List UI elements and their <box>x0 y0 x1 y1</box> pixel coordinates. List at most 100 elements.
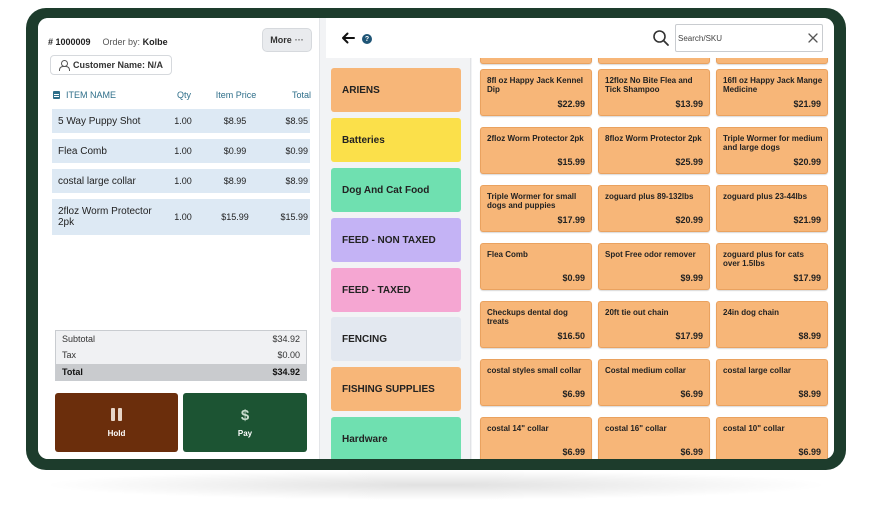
product-tile[interactable]: 16fl oz Happy Jack Mange Medicine $21.99 <box>716 69 828 116</box>
header-total: Total <box>291 90 311 100</box>
customer-label: Customer Name: N/A <box>73 60 164 70</box>
help-icon[interactable]: ? <box>362 34 372 44</box>
product-name: zoguard plus for cats over 1.5lbs <box>723 250 804 268</box>
order-by-label: Order by: <box>102 37 141 47</box>
header-qty: Qty <box>176 90 191 100</box>
row-qty: 1.00 <box>174 176 192 186</box>
device-shadow <box>40 470 832 500</box>
product-name: 12floz No Bite Flea and Tick Shampoo <box>605 76 693 94</box>
product-tile[interactable]: 2floz Worm Protector 2pk $15.99 <box>480 127 592 174</box>
product-price: $21.99 <box>793 99 821 109</box>
document-icon <box>53 91 60 99</box>
product-name: Costal medium collar <box>605 366 686 375</box>
product-price: $15.99 <box>557 157 585 167</box>
order-panel: # 1000009 Order by: Kolbe More ··· Custo… <box>38 18 320 459</box>
category-button[interactable]: ARIENS <box>331 68 461 112</box>
table-row[interactable]: 5 Way Puppy Shot 1.00 $8.95 $8.95 <box>52 109 310 133</box>
table-row[interactable]: costal large collar 1.00 $8.99 $8.99 <box>52 169 310 193</box>
product-tile[interactable]: costal 14" collar $6.99 <box>480 417 592 459</box>
product-tile[interactable]: 20ft tie out chain $17.99 <box>598 301 710 348</box>
product-tile[interactable]: zoguard plus 23-44lbs $21.99 <box>716 185 828 232</box>
product-name: zoguard plus 89-132lbs <box>605 192 694 201</box>
product-tile[interactable]: costal 10" collar $6.99 <box>716 417 828 459</box>
product-grid: 8fl oz Happy Jack Kennel Dip $22.99 12floz… <box>472 58 834 459</box>
header-item-name: ITEM NAME <box>53 90 165 100</box>
subtotal-row: Subtotal $34.92 <box>56 331 306 348</box>
product-price: $17.99 <box>675 331 703 341</box>
product-name: Triple Wormer for medium and large dogs <box>723 134 823 152</box>
search-input[interactable] <box>678 32 798 45</box>
product-price: $20.99 <box>675 215 703 225</box>
pause-icon <box>111 407 122 421</box>
category-button[interactable]: Batteries <box>331 118 461 162</box>
row-item-name: costal large collar <box>58 175 136 187</box>
back-arrow-icon[interactable] <box>340 30 356 46</box>
product-price: $6.99 <box>798 447 821 457</box>
row-item-name: Flea Comb <box>58 145 107 157</box>
category-button[interactable]: Dog And Cat Food <box>331 168 461 212</box>
row-price: $8.95 <box>223 116 247 126</box>
product-tile-partial[interactable] <box>480 58 592 64</box>
subtotal-label: Subtotal <box>62 334 96 345</box>
total-label: Total <box>62 366 83 377</box>
items-table-header: ITEM NAME Qty Item Price Total <box>53 88 311 102</box>
row-total: $8.95 <box>285 116 308 126</box>
product-name: 8fl oz Happy Jack Kennel Dip <box>487 76 584 94</box>
pay-label: Pay <box>237 428 253 438</box>
row-item-name: 5 Way Puppy Shot <box>58 115 141 127</box>
category-button[interactable]: Hardware <box>331 417 461 459</box>
product-tile[interactable]: Triple Wormer for small dogs and puppies… <box>480 185 592 232</box>
total-value: $34.92 <box>272 366 300 377</box>
product-price: $6.99 <box>562 389 585 399</box>
product-tile[interactable]: 8floz Worm Protector 2pk $25.99 <box>598 127 710 174</box>
product-tile[interactable]: 8fl oz Happy Jack Kennel Dip $22.99 <box>480 69 592 116</box>
category-button[interactable]: FEED - TAXED <box>331 268 461 312</box>
search-box[interactable] <box>675 24 823 52</box>
product-name: Triple Wormer for small dogs and puppies <box>487 192 577 210</box>
product-tile[interactable]: zoguard plus for cats over 1.5lbs $17.99 <box>716 243 828 290</box>
search-icon[interactable] <box>652 29 670 47</box>
tax-label: Tax <box>62 350 77 361</box>
product-tile[interactable]: Triple Wormer for medium and large dogs $… <box>716 127 828 174</box>
product-name: costal styles small collar <box>487 366 582 375</box>
product-price: $22.99 <box>557 99 585 109</box>
row-price: $0.99 <box>223 146 247 156</box>
table-row[interactable]: 2floz Worm Protector 2pk 1.00 $15.99 $15… <box>52 199 310 235</box>
totals-box: Subtotal $34.92 Tax $0.00 Total $34.92 <box>55 330 307 381</box>
product-price: $8.99 <box>798 389 821 399</box>
product-tile[interactable]: Spot Free odor remover $9.99 <box>598 243 710 290</box>
product-tile[interactable]: 12floz No Bite Flea and Tick Shampoo $13.… <box>598 69 710 116</box>
row-item-name: 2floz Worm Protector 2pk <box>58 206 152 228</box>
close-icon[interactable] <box>808 33 818 43</box>
product-name: costal 16" collar <box>605 424 667 433</box>
product-tile[interactable]: zoguard plus 89-132lbs $20.99 <box>598 185 710 232</box>
subtotal-value: $34.92 <box>272 334 300 345</box>
top-bar: ? <box>326 18 834 58</box>
more-label: More <box>270 35 292 45</box>
product-tile[interactable]: 24in dog chain $8.99 <box>716 301 828 348</box>
dollar-icon: $ <box>240 406 250 424</box>
product-tile-partial[interactable] <box>716 58 828 64</box>
pay-button[interactable]: $ Pay <box>183 393 307 452</box>
category-list: ARIENS Batteries Dog And Cat Food FEED - NO… <box>326 58 471 459</box>
product-tile[interactable]: costal 16" collar $6.99 <box>598 417 710 459</box>
product-tile[interactable]: Checkups dental dog treats $16.50 <box>480 301 592 348</box>
product-price: $16.50 <box>557 331 585 341</box>
product-name: costal large collar <box>723 366 792 375</box>
product-tile[interactable]: costal styles small collar $6.99 <box>480 359 592 406</box>
hold-button[interactable]: Hold <box>55 393 178 452</box>
row-qty: 1.00 <box>174 116 192 126</box>
product-name: 2floz Worm Protector 2pk <box>487 134 584 143</box>
category-button[interactable]: FENCING <box>331 317 461 361</box>
product-tile[interactable]: Costal medium collar $6.99 <box>598 359 710 406</box>
category-button[interactable]: FISHING SUPPLIES <box>331 367 461 411</box>
product-tile[interactable]: costal large collar $8.99 <box>716 359 828 406</box>
product-price: $20.99 <box>793 157 821 167</box>
product-tile-partial[interactable] <box>598 58 710 64</box>
hold-label: Hold <box>107 428 126 438</box>
more-button[interactable]: More ··· <box>262 28 312 52</box>
table-row[interactable]: Flea Comb 1.00 $0.99 $0.99 <box>52 139 310 163</box>
customer-name-button[interactable]: Customer Name: N/A <box>50 55 173 75</box>
product-tile[interactable]: Flea Comb $0.99 <box>480 243 592 290</box>
category-button[interactable]: FEED - NON TAXED <box>331 218 461 262</box>
